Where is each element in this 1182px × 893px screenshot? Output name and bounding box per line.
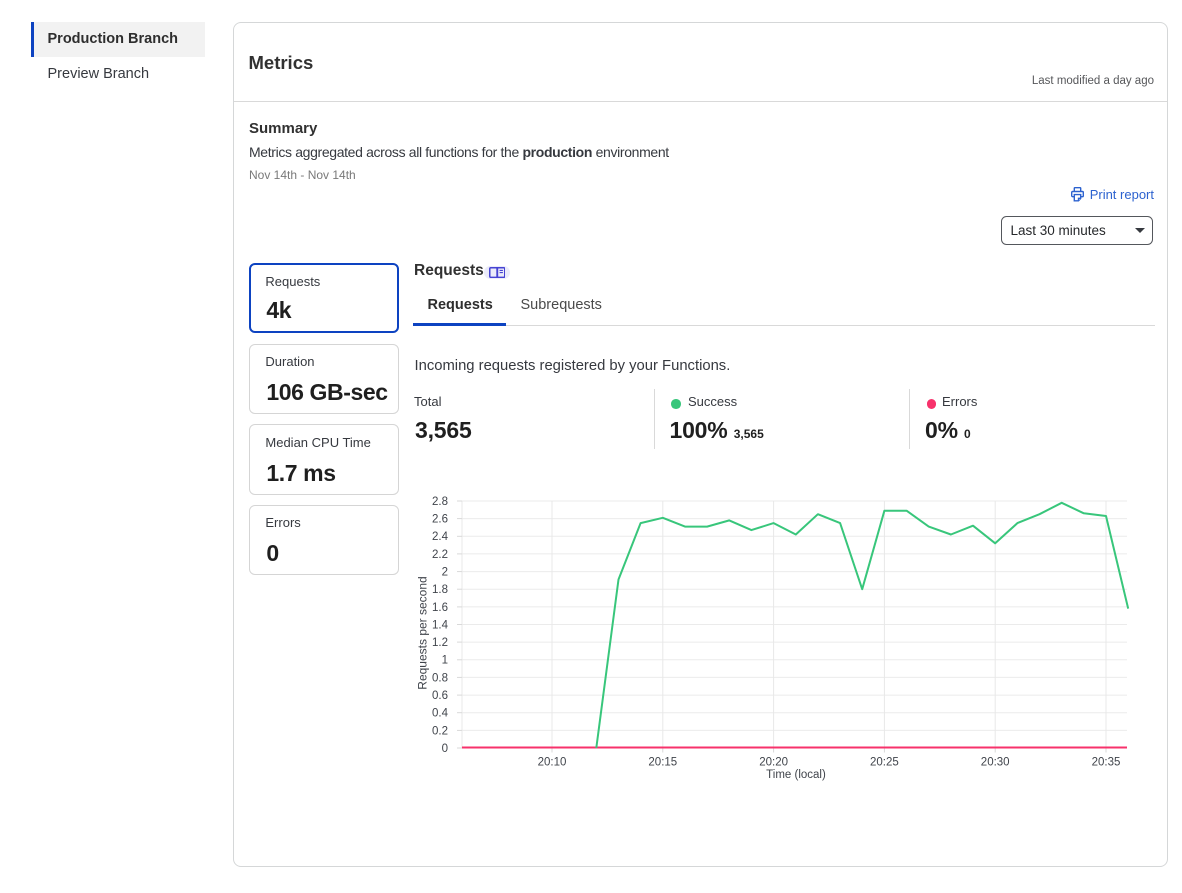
svg-text:0.2: 0.2 (432, 725, 448, 737)
svg-text:0.4: 0.4 (432, 708, 449, 720)
svg-text:20:25: 20:25 (870, 756, 899, 768)
svg-text:0.8: 0.8 (432, 672, 448, 684)
svg-text:1: 1 (442, 655, 448, 667)
svg-text:2: 2 (442, 567, 448, 579)
svg-text:2.8: 2.8 (432, 496, 448, 508)
svg-text:2.4: 2.4 (432, 531, 449, 543)
svg-text:20:35: 20:35 (1092, 756, 1121, 768)
svg-text:20:10: 20:10 (538, 756, 567, 768)
svg-text:1.6: 1.6 (432, 602, 448, 614)
svg-text:2.6: 2.6 (432, 514, 448, 526)
svg-text:1.4: 1.4 (432, 619, 449, 631)
svg-text:Time (local): Time (local) (766, 769, 826, 781)
svg-text:0: 0 (442, 743, 448, 755)
svg-text:0.6: 0.6 (432, 690, 448, 702)
svg-text:20:20: 20:20 (759, 756, 788, 768)
svg-text:Requests per second: Requests per second (416, 576, 430, 689)
svg-text:20:30: 20:30 (981, 756, 1010, 768)
svg-text:1.8: 1.8 (432, 584, 448, 596)
svg-text:2.2: 2.2 (432, 549, 448, 561)
svg-text:20:15: 20:15 (648, 756, 677, 768)
svg-text:1.2: 1.2 (432, 637, 448, 649)
